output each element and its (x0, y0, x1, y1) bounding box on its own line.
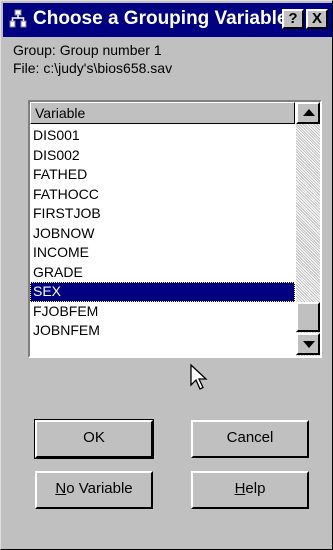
group-label: Group: Group number 1 (13, 42, 162, 58)
list-item[interactable]: INCOME (30, 243, 295, 263)
cancel-button-label: Cancel (226, 429, 274, 446)
help-mnemonic: H (234, 480, 246, 497)
file-label: File: c:\judy's\bios658.sav (13, 60, 173, 76)
list-item[interactable]: DIS001 (30, 126, 295, 146)
list-item[interactable]: FATHED (30, 165, 295, 185)
no-variable-button[interactable]: No Variable (35, 471, 153, 509)
scroll-up-button[interactable] (296, 102, 320, 124)
list-item[interactable]: FATHOCC (30, 185, 295, 205)
title-bar[interactable]: Choose a Grouping Variable ? X (3, 3, 332, 37)
list-item[interactable]: JOBNOW (30, 224, 295, 244)
app-icon (9, 9, 27, 28)
close-button[interactable]: X (306, 9, 328, 29)
ok-button-label: OK (83, 429, 105, 446)
help-button[interactable]: Help (191, 471, 309, 509)
scroll-down-button[interactable] (296, 333, 320, 355)
grouping-variable-dialog: Choose a Grouping Variable ? X Group: Gr… (0, 0, 333, 550)
list-item[interactable]: FJOBFEM (30, 302, 295, 322)
context-help-button[interactable]: ? (282, 9, 304, 29)
scroll-thumb[interactable] (296, 302, 320, 332)
variable-listbox[interactable]: Variable DIS001 DIS002 FATHED FATHOCC FI… (28, 100, 322, 358)
list-item[interactable]: JOBNFEM (30, 321, 295, 341)
no-variable-mnemonic: N (55, 480, 67, 497)
list-item[interactable]: GRADE (30, 263, 295, 283)
vertical-scrollbar[interactable] (296, 102, 320, 356)
help-button-label: elp (245, 480, 266, 497)
cancel-button[interactable]: Cancel (191, 420, 309, 458)
question-mark-icon: ? (288, 10, 298, 27)
list-item[interactable]: DIS002 (30, 146, 295, 166)
dialog-title: Choose a Grouping Variable (33, 8, 288, 29)
close-icon: X (311, 10, 322, 27)
ok-button[interactable]: OK (34, 419, 154, 459)
arrow-down-icon (303, 341, 315, 348)
list-item[interactable]: FIRSTJOB (30, 204, 295, 224)
arrow-up-icon (303, 109, 315, 116)
list-column-header[interactable]: Variable (30, 102, 295, 124)
no-variable-button-label: o Variable (66, 480, 133, 497)
mouse-pointer-icon (190, 363, 208, 390)
variable-list: DIS001 DIS002 FATHED FATHOCC FIRSTJOB JO… (30, 126, 295, 341)
list-item-selected[interactable]: SEX (30, 282, 295, 302)
